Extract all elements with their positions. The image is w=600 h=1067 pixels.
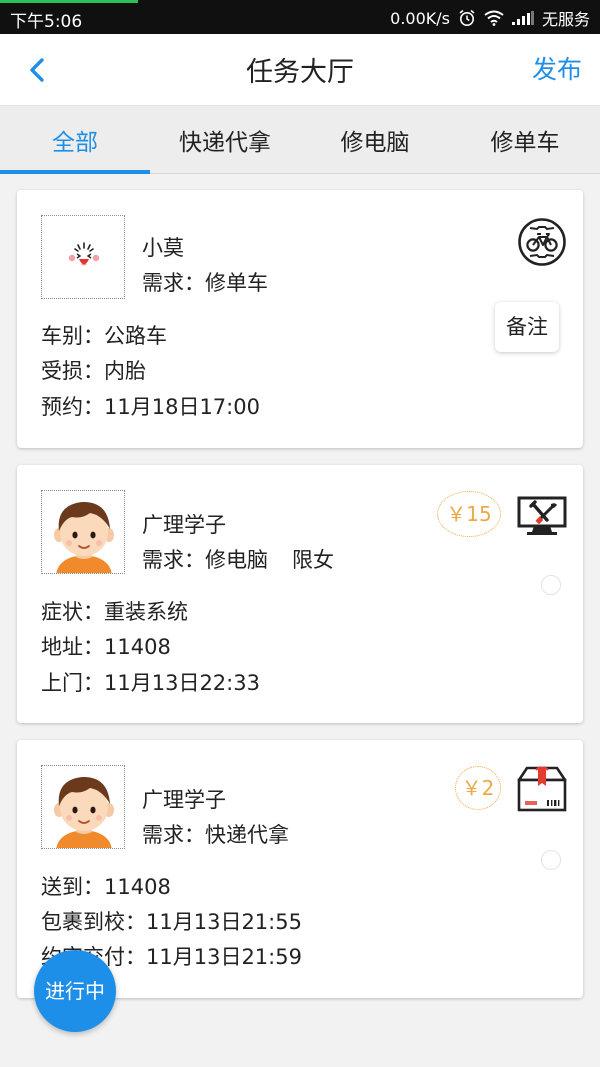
price-badge: ￥15 — [437, 491, 501, 537]
demand-row: 需求：修电脑 限女 — [142, 544, 334, 574]
in-progress-button[interactable]: 进行中 — [34, 950, 116, 1032]
detail-line: 上门：11月13日22:33 — [41, 671, 260, 695]
detail-line: 地址：11408 — [41, 635, 171, 659]
page-title: 任务大厅 — [246, 57, 354, 88]
bicycle-icon — [517, 217, 567, 271]
boy-avatar — [54, 776, 114, 848]
select-radio[interactable] — [541, 850, 561, 870]
publish-button[interactable]: 发布 — [532, 50, 582, 86]
tab-express-pickup[interactable]: 快递代拿 — [150, 106, 300, 173]
status-bar: 下午5:06 0.00K/s 无服务 — [0, 0, 600, 34]
app-header: 任务大厅 发布 — [0, 34, 600, 106]
avatar — [41, 215, 125, 299]
detail-line: 症状：重装系统 — [41, 600, 188, 624]
task-card[interactable]: 广理学子 需求：修电脑 限女 ￥15 症状：重装系统 地址：11408 上门：11… — [17, 465, 583, 723]
package-icon — [517, 766, 567, 816]
user-name: 广理学子 — [142, 788, 226, 812]
tab-computer-repair[interactable]: 修电脑 — [300, 106, 450, 173]
detail-line: 送到：11408 — [41, 875, 171, 899]
wifi-icon — [484, 10, 504, 26]
signal-icon — [511, 11, 534, 25]
cartoon-face-avatar — [68, 242, 100, 266]
avatar — [41, 490, 125, 574]
select-radio[interactable] — [541, 575, 561, 595]
detail-line: 受损：内胎 — [41, 359, 146, 383]
progress-indicator — [0, 0, 138, 3]
demand-text: 需求：修单车 — [142, 271, 268, 295]
restriction-tag: 限女 — [292, 548, 334, 572]
boy-avatar — [54, 501, 114, 573]
tab-bike-repair[interactable]: 修单车 — [450, 106, 600, 173]
category-tabs: 全部 快递代拿 修电脑 修单车 — [0, 106, 600, 174]
tab-all[interactable]: 全部 — [0, 106, 150, 174]
status-time: 下午5:06 — [10, 12, 83, 32]
note-button[interactable]: 备注 — [495, 302, 559, 352]
alarm-icon — [458, 9, 476, 27]
detail-line: 预约：11月18日17:00 — [41, 395, 260, 419]
price-badge: ￥2 — [455, 766, 501, 810]
avatar — [41, 765, 125, 849]
demand-text: 需求：快递代拿 — [142, 823, 289, 847]
network-speed: 0.00K/s — [390, 8, 450, 28]
user-name: 广理学子 — [142, 513, 226, 537]
detail-line: 车别：公路车 — [41, 324, 167, 348]
computer-repair-icon — [517, 495, 567, 541]
task-card[interactable]: 小莫 需求：修单车 备注 车别：公路车 受损：内胎 预约：11月18日17:00 — [17, 190, 583, 448]
detail-line: 包裹到校：11月13日21:55 — [41, 910, 302, 934]
user-name: 小莫 — [142, 236, 184, 260]
demand-text: 需求：修电脑 — [142, 548, 268, 572]
carrier-label: 无服务 — [541, 10, 590, 29]
